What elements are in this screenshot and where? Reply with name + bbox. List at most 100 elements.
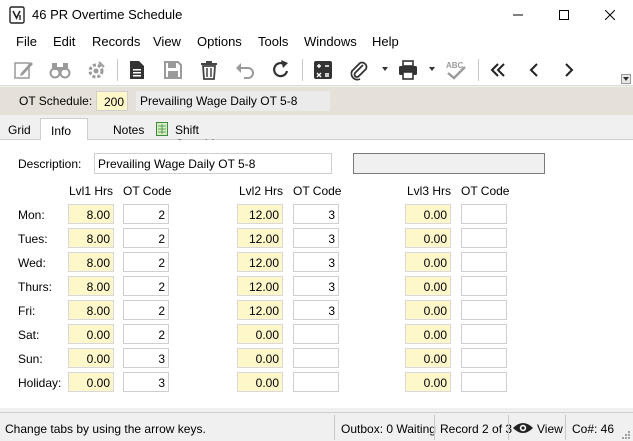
- ot-code-input-c2[interactable]: 3: [293, 204, 339, 224]
- ot-code-input-c2[interactable]: 3: [293, 228, 339, 248]
- description-input[interactable]: Prevailing Wage Daily OT 5-8: [94, 153, 332, 174]
- save-button[interactable]: [161, 58, 185, 82]
- document-button[interactable]: [125, 58, 149, 82]
- level-hours-input-l3[interactable]: 0.00: [405, 348, 451, 368]
- toolbar: ABC: [0, 54, 633, 86]
- view-mode-button[interactable]: View: [537, 422, 563, 436]
- outbox-status[interactable]: Outbox: 0 Waiting: [341, 422, 436, 436]
- ot-code-input-c2[interactable]: [293, 348, 339, 368]
- settings-gear-icon: [88, 61, 105, 79]
- menu-file[interactable]: File: [16, 34, 37, 49]
- level-hours-input-l2[interactable]: 12.00: [237, 228, 283, 248]
- previous-record-button[interactable]: [522, 58, 546, 82]
- level-hours-input-l1[interactable]: 8.00: [68, 300, 114, 320]
- level-hours-input-l3[interactable]: 0.00: [405, 372, 451, 392]
- ot-code-input-c3[interactable]: [461, 252, 507, 272]
- window-title: 46 PR Overtime Schedule: [32, 7, 183, 22]
- level-hours-input-l3[interactable]: 0.00: [405, 324, 451, 344]
- level-hours-input-l2[interactable]: 0.00: [237, 324, 283, 344]
- ot-code-input-c1[interactable]: 2: [123, 228, 169, 248]
- spellcheck-button[interactable]: ABC: [444, 58, 468, 82]
- calculator-button[interactable]: [311, 58, 335, 82]
- ot-code-input-c2[interactable]: [293, 372, 339, 392]
- ot-code-input-c1[interactable]: 2: [123, 300, 169, 320]
- resize-grip-icon[interactable]: [620, 429, 631, 440]
- attach-dropdown-icon[interactable]: [382, 67, 388, 71]
- description-aux-field[interactable]: [353, 153, 545, 174]
- level-hours-input-l1[interactable]: 0.00: [68, 372, 114, 392]
- menu-edit[interactable]: Edit: [53, 34, 75, 49]
- ot-code-input-c3[interactable]: [461, 228, 507, 248]
- ot-code-input-c2[interactable]: 3: [293, 276, 339, 296]
- level-hours-input-l2[interactable]: 12.00: [237, 300, 283, 320]
- find-button[interactable]: [48, 58, 72, 82]
- setup-button[interactable]: [84, 58, 108, 82]
- col-header-lvl3-hrs: Lvl3 Hrs: [407, 184, 452, 198]
- level-hours-input-l2[interactable]: 12.00: [237, 204, 283, 224]
- ot-code-input-c1[interactable]: 2: [123, 276, 169, 296]
- level-hours-input-l1[interactable]: 0.00: [68, 348, 114, 368]
- level-hours-input-l3[interactable]: 0.00: [405, 300, 451, 320]
- ot-code-input-c1[interactable]: 2: [123, 252, 169, 272]
- delete-button[interactable]: [197, 58, 221, 82]
- ot-code-input-c3[interactable]: [461, 300, 507, 320]
- ot-code-input-c1[interactable]: 2: [123, 324, 169, 344]
- tab-grid[interactable]: Grid: [8, 118, 40, 140]
- menu-windows[interactable]: Windows: [304, 34, 357, 49]
- menu-help[interactable]: Help: [372, 34, 399, 49]
- ot-code-input-c1[interactable]: 3: [123, 348, 169, 368]
- schedule-label: OT Schedule:: [19, 94, 93, 108]
- tab-notes[interactable]: Notes: [113, 118, 151, 140]
- maximize-button[interactable]: [541, 0, 587, 30]
- ot-code-input-c1[interactable]: 3: [123, 372, 169, 392]
- calculator-icon: [314, 61, 332, 79]
- ot-code-input-c3[interactable]: [461, 348, 507, 368]
- level-hours-input-l1[interactable]: 8.00: [68, 228, 114, 248]
- chevron-down-icon: [623, 77, 629, 81]
- menu-records[interactable]: Records: [92, 34, 140, 49]
- ot-code-input-c3[interactable]: [461, 324, 507, 344]
- toolbar-separator: [302, 59, 303, 81]
- tab-info[interactable]: Info: [40, 118, 88, 141]
- day-label: Wed:: [18, 256, 46, 270]
- level-hours-input-l1[interactable]: 8.00: [68, 252, 114, 272]
- ot-code-input-c2[interactable]: 3: [293, 300, 339, 320]
- status-separator: [565, 415, 566, 440]
- ot-code-input-c3[interactable]: [461, 276, 507, 296]
- first-record-button[interactable]: [486, 58, 510, 82]
- ot-code-input-c2[interactable]: [293, 324, 339, 344]
- toolbar-overflow-button[interactable]: [621, 74, 631, 84]
- level-hours-input-l2[interactable]: 12.00: [237, 276, 283, 296]
- close-button[interactable]: [587, 0, 633, 30]
- print-button[interactable]: [396, 58, 420, 82]
- menu-options[interactable]: Options: [197, 34, 242, 49]
- attach-button[interactable]: [347, 58, 371, 82]
- edit-button[interactable]: [12, 58, 36, 82]
- schedule-code-input[interactable]: 200: [96, 91, 128, 111]
- tab-shift-overrides[interactable]: Shift Overrides: [156, 118, 252, 151]
- minimize-button[interactable]: [495, 0, 541, 30]
- level-hours-input-l3[interactable]: 0.00: [405, 276, 451, 296]
- ot-code-input-c3[interactable]: [461, 204, 507, 224]
- level-hours-input-l1[interactable]: 0.00: [68, 324, 114, 344]
- ot-code-input-c1[interactable]: 2: [123, 204, 169, 224]
- next-record-button[interactable]: [557, 58, 581, 82]
- level-hours-input-l3[interactable]: 0.00: [405, 228, 451, 248]
- ot-code-input-c2[interactable]: 3: [293, 252, 339, 272]
- level-hours-input-l2[interactable]: 0.00: [237, 372, 283, 392]
- level-hours-input-l2[interactable]: 0.00: [237, 348, 283, 368]
- level-hours-input-l1[interactable]: 8.00: [68, 276, 114, 296]
- refresh-button[interactable]: [269, 58, 293, 82]
- spellcheck-label: ABC: [446, 61, 464, 70]
- level-hours-input-l3[interactable]: 0.00: [405, 204, 451, 224]
- level-hours-input-l2[interactable]: 12.00: [237, 252, 283, 272]
- level-hours-input-l3[interactable]: 0.00: [405, 252, 451, 272]
- menu-tools[interactable]: Tools: [258, 34, 288, 49]
- undo-button[interactable]: [233, 58, 257, 82]
- print-dropdown-icon[interactable]: [429, 67, 435, 71]
- ot-code-input-c3[interactable]: [461, 372, 507, 392]
- level-hours-input-l1[interactable]: 8.00: [68, 204, 114, 224]
- day-label: Tues:: [18, 232, 48, 246]
- minimize-icon: [513, 14, 523, 16]
- menu-view[interactable]: View: [153, 34, 181, 49]
